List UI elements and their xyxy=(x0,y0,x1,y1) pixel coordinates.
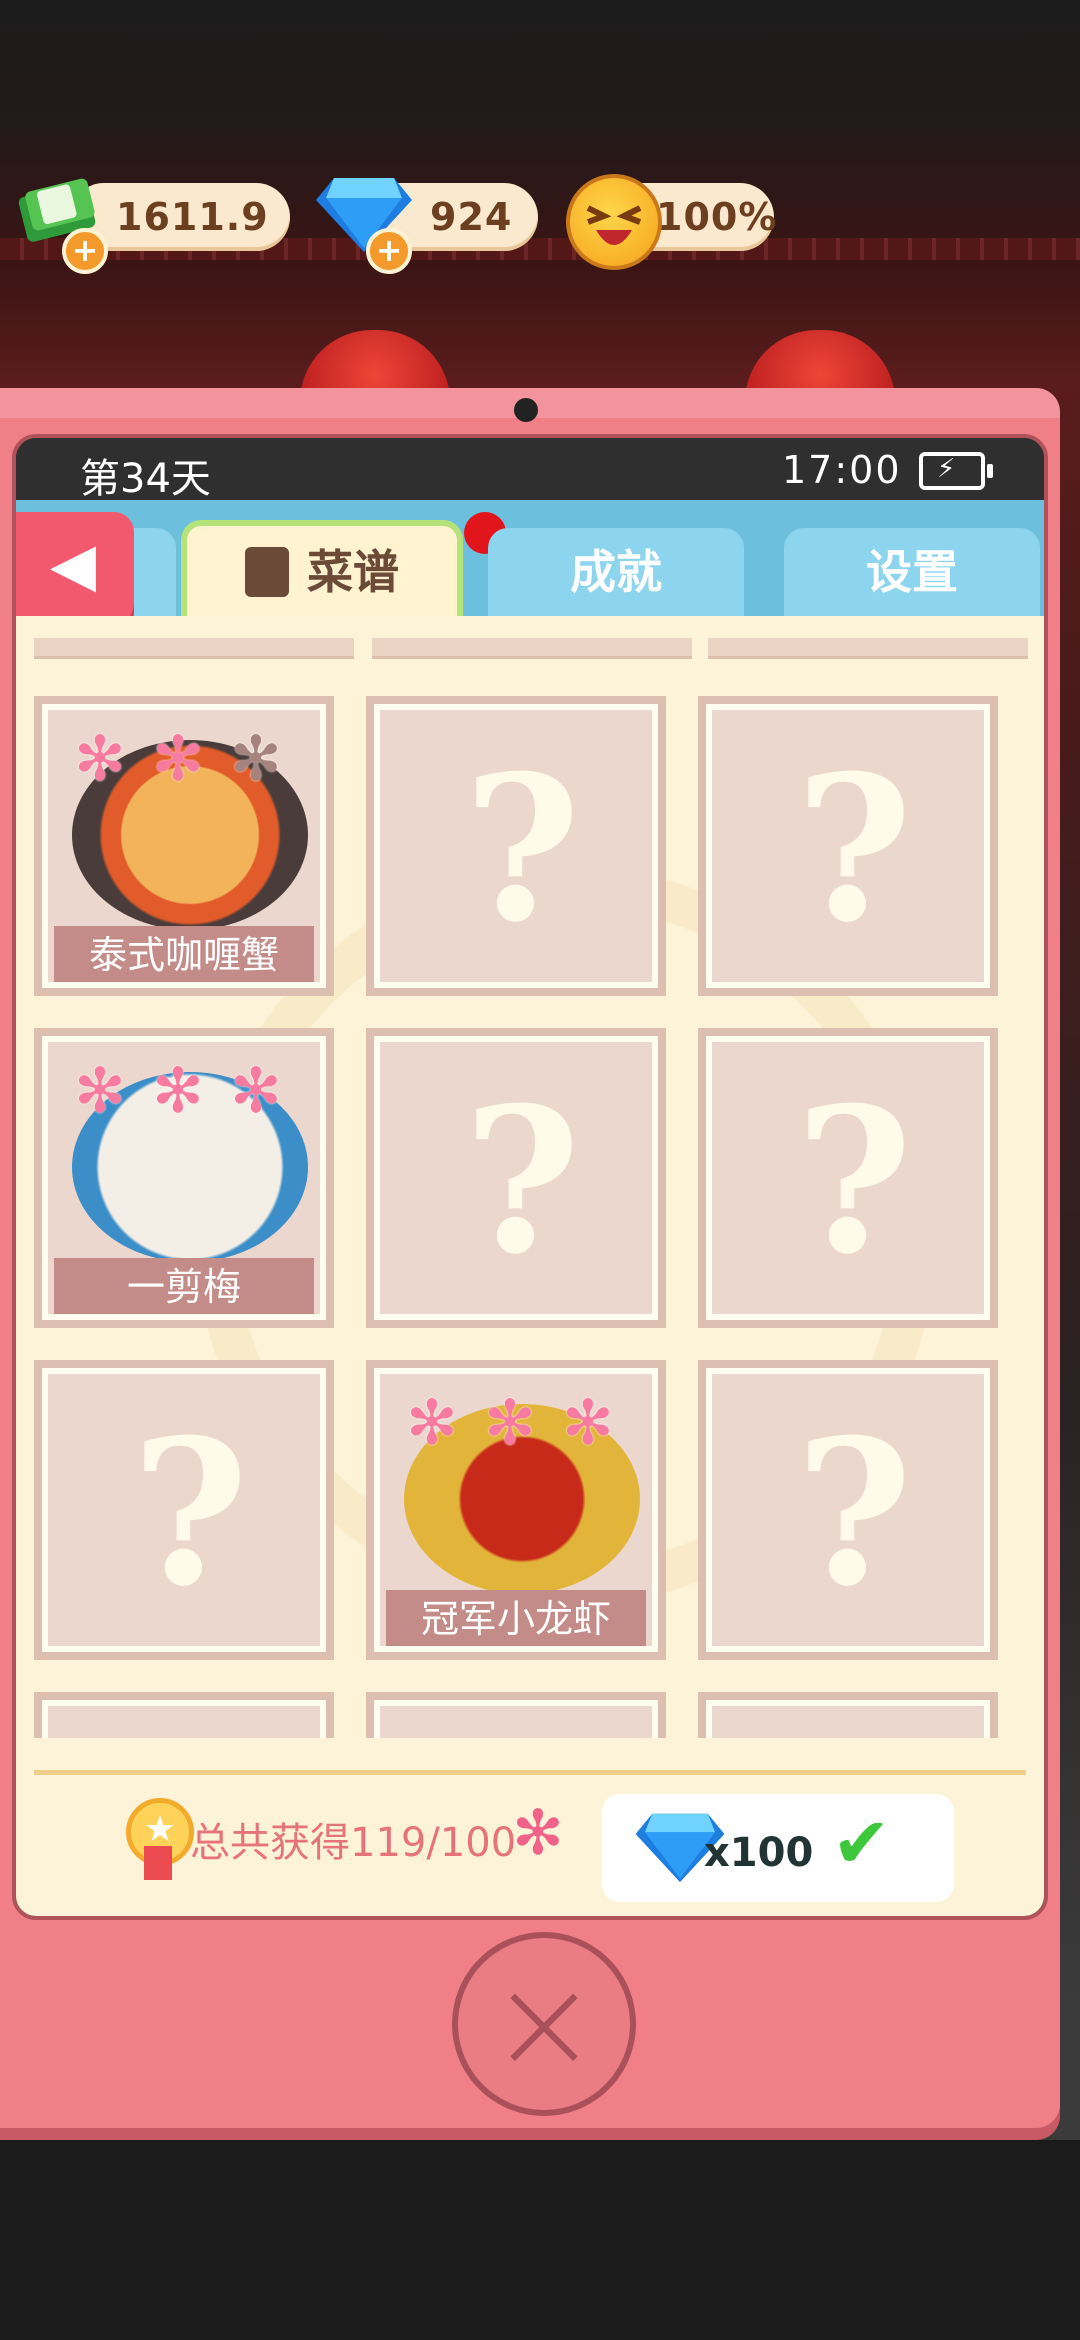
recipe-card-partial[interactable] xyxy=(34,1692,334,1738)
flower-star-icon: ✻ xyxy=(74,722,126,795)
tab-achievements[interactable]: 成就 xyxy=(488,528,744,616)
flower-star-icon: ✻ xyxy=(406,1386,458,1459)
tab-recipes[interactable]: 菜谱 xyxy=(181,520,463,622)
add-gems-button[interactable]: + xyxy=(366,228,412,274)
recipe-card-face: ✻ ✻ ✻ 一剪梅 xyxy=(42,1036,326,1320)
recipe-card-face xyxy=(374,1700,658,1738)
question-mark-icon: ? xyxy=(795,1396,913,1631)
close-icon: × xyxy=(489,1947,599,2099)
battery-icon: ⚡ xyxy=(919,452,993,490)
recipe-card-face: ? xyxy=(706,1036,990,1320)
flower-star-icon: ✻ xyxy=(484,1386,536,1459)
add-cash-button[interactable]: + xyxy=(62,228,108,274)
tab-settings-label: 设置 xyxy=(866,545,958,599)
happy-face-icon xyxy=(566,174,662,270)
flower-star-icon: ✻ xyxy=(562,1386,614,1459)
day-counter: 第34天 xyxy=(80,456,211,502)
camera-dot xyxy=(514,398,538,422)
recipe-card[interactable]: ✻ ✻ ✻ 冠军小龙虾 xyxy=(366,1360,666,1660)
recipe-card-face: ? xyxy=(374,1036,658,1320)
question-mark-icon: ? xyxy=(795,732,913,967)
recipe-card-face xyxy=(42,1700,326,1738)
total-collected-text: 总共获得119/100 xyxy=(190,1820,517,1866)
recipe-card-face: ? xyxy=(706,704,990,988)
dish-name: 泰式咖喱蟹 xyxy=(54,926,314,982)
recipe-card[interactable]: ✻ ✻ ✻ 泰式咖喱蟹 xyxy=(34,696,334,996)
clock-time: 17:00 xyxy=(782,448,902,492)
flower-star-icon: ✻ xyxy=(230,1054,282,1127)
locked-recipe-card[interactable]: ? xyxy=(366,1028,666,1328)
footer-divider xyxy=(34,1770,1026,1775)
question-mark-icon: ? xyxy=(463,1064,581,1299)
medal-ribbon xyxy=(144,1846,172,1880)
recipe-card-face: ✻ ✻ ✻ 泰式咖喱蟹 xyxy=(42,704,326,988)
flower-star-icon: ✻ xyxy=(74,1054,126,1127)
close-button[interactable]: × xyxy=(452,1932,636,2116)
flower-star-icon: ✻ xyxy=(152,722,204,795)
question-mark-icon: ? xyxy=(795,1064,913,1299)
flower-star-icon: ✻ xyxy=(152,1054,204,1127)
arrow-left-icon: ◀ xyxy=(49,530,97,600)
tab-settings[interactable]: 设置 xyxy=(784,528,1040,616)
locked-recipe-card[interactable]: ? xyxy=(34,1360,334,1660)
cash-value: 1611.9 xyxy=(116,195,269,239)
recipe-card-face: ? xyxy=(706,1368,990,1652)
tab-recipes-label: 菜谱 xyxy=(307,545,399,599)
question-mark-icon: ? xyxy=(463,732,581,967)
locked-recipe-card[interactable]: ? xyxy=(698,696,998,996)
back-button[interactable]: ◀ xyxy=(16,512,134,624)
reward-claim-button[interactable]: x100 ✔ xyxy=(602,1794,954,1902)
happiness-value: 100% xyxy=(656,195,778,239)
flower-icon: ✻ xyxy=(512,1796,564,1869)
dish-name: 冠军小龙虾 xyxy=(386,1590,646,1646)
recipe-card-partial[interactable] xyxy=(366,1692,666,1738)
dish-name: 一剪梅 xyxy=(54,1258,314,1314)
phone-screen: 第34天 17:00 ⚡ 菜谱 成就 设置 ◀ ✻ ✻ ✻ 泰式咖喱蟹?? ✻ ✻ ✻ 一剪梅… xyxy=(12,434,1048,1920)
locked-recipe-card[interactable]: ? xyxy=(366,696,666,996)
recipe-card-partial[interactable] xyxy=(698,1692,998,1738)
recipe-card-face: ? xyxy=(42,1368,326,1652)
recipe-book-icon xyxy=(245,546,289,597)
status-bar: 第34天 17:00 ⚡ xyxy=(16,438,1044,502)
recipe-card-face: ✻ ✻ ✻ 冠军小龙虾 xyxy=(374,1368,658,1652)
recipe-card-face xyxy=(706,1700,990,1738)
reward-count: x100 xyxy=(704,1830,814,1876)
locked-recipe-card[interactable]: ? xyxy=(698,1360,998,1660)
question-mark-icon: ? xyxy=(131,1396,249,1631)
locked-recipe-card[interactable]: ? xyxy=(698,1028,998,1328)
tab-achievements-label: 成就 xyxy=(570,545,662,599)
recipe-card-face: ? xyxy=(374,704,658,988)
checkmark-icon: ✔ xyxy=(832,1802,891,1884)
gem-value: 924 xyxy=(430,195,513,239)
flower-star-empty-icon: ✻ xyxy=(230,722,282,795)
recipe-card[interactable]: ✻ ✻ ✻ 一剪梅 xyxy=(34,1028,334,1328)
